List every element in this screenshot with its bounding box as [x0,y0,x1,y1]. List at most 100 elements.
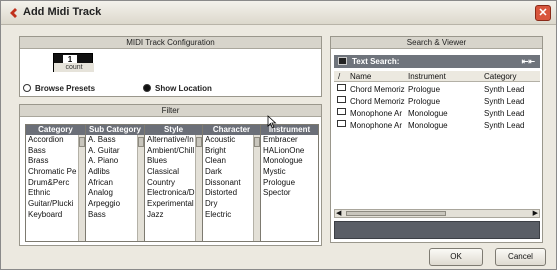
list-item[interactable]: Arpeggio [86,199,144,210]
list-item[interactable]: Analog [86,188,144,199]
list-item[interactable]: A. Piano [86,156,144,167]
list-item[interactable]: Prologue [261,178,318,189]
list-item[interactable]: Dissonant [203,178,260,189]
result-instrument: Prologue [408,97,441,106]
result-row[interactable]: Chord Memoriz Prologue Synth Lead [334,96,540,107]
filter-columns: Category Accordion Bass Brass Chromatic … [25,124,319,243]
list-item[interactable]: Alternative/In [145,135,202,146]
scrollbar[interactable] [137,135,144,241]
result-name: Monophone Ar [350,109,403,118]
list-item[interactable]: Clean [203,156,260,167]
list-item[interactable]: HALionOne [261,146,318,157]
list-item[interactable]: Bass [86,210,144,221]
cancel-button[interactable]: Cancel [495,248,546,266]
list-item[interactable]: Mystic [261,167,318,178]
show-location-option[interactable]: Show Location [143,84,212,94]
result-category: Synth Lead [484,121,525,130]
list-item[interactable]: Electric [203,210,260,221]
browse-presets-label: Browse Presets [35,84,96,93]
show-location-radio[interactable] [143,84,151,92]
text-search-label: Text Search: [352,57,400,66]
browse-presets-radio[interactable] [23,84,31,92]
list-item[interactable]: Chromatic Pe [26,167,85,178]
list-item[interactable]: Country [145,178,202,189]
filter-column-instrument[interactable]: Instrument Embracer HALionOne Monologue … [260,124,319,242]
list-item[interactable]: Bright [203,146,260,157]
list-item[interactable]: Spector [261,188,318,199]
column-header[interactable]: Style [145,125,202,135]
search-shortcut-icon[interactable]: ⇤⇤ [522,55,535,68]
filter-column-character[interactable]: Character Acoustic Bright Clean Dark Dis… [202,124,261,242]
scrollbar[interactable] [195,135,202,241]
scrollbar[interactable] [78,135,85,241]
preset-file-icon [337,108,346,115]
column-header[interactable]: Character [203,125,260,135]
column-header[interactable]: Sub Category [86,125,144,135]
list-item[interactable]: Ethnic [26,188,85,199]
list-item[interactable]: Distorted [203,188,260,199]
column-header-category[interactable]: Category [484,71,516,82]
list-item[interactable]: Electronica/D [145,188,202,199]
scrollbar[interactable] [253,135,260,241]
scroll-right-icon[interactable]: ▶ [533,210,538,217]
filter-column-style[interactable]: Style Alternative/In Ambient/Chill Blues… [144,124,203,242]
browse-presets-option[interactable]: Browse Presets [23,84,95,94]
result-name: Chord Memoriz [350,85,405,94]
filter-column-category[interactable]: Category Accordion Bass Brass Chromatic … [25,124,86,242]
text-search-bar[interactable]: Text Search: ⇤⇤ [334,55,540,68]
list-item[interactable]: Embracer [261,135,318,146]
list-item[interactable]: Blues [145,156,202,167]
close-button[interactable]: ✕ [535,5,551,21]
result-instrument: Monologue [408,109,448,118]
list-item[interactable]: Jazz [145,210,202,221]
count-label: count [54,63,94,72]
scroll-left-icon[interactable]: ◀ [336,210,341,217]
column-header-mark[interactable]: / [338,71,340,82]
preview-strip [334,221,540,239]
list-item[interactable]: Ambient/Chill [145,146,202,157]
list-item[interactable]: Bass [26,146,85,157]
list-item[interactable]: Keyboard [26,210,85,221]
add-midi-track-dialog: Add Midi Track ✕ MIDI Track Configuratio… [0,0,557,270]
result-category: Synth Lead [484,109,525,118]
column-header-instrument[interactable]: Instrument [408,71,446,82]
scrollbar-thumb[interactable] [346,211,446,216]
title-bar[interactable]: Add Midi Track ✕ [1,1,556,25]
list-item[interactable]: Guitar/Plucki [26,199,85,210]
window-title: Add Midi Track [23,6,102,18]
preset-file-icon [337,96,346,103]
list-item[interactable]: Brass [26,156,85,167]
show-location-label: Show Location [155,84,212,93]
search-viewer-panel: Search & Viewer Text Search: ⇤⇤ / Name I… [330,36,543,243]
result-instrument: Prologue [408,85,441,94]
result-category: Synth Lead [484,97,525,106]
config-header: MIDI Track Configuration [20,37,321,49]
horizontal-scrollbar[interactable]: ◀ ▶ [334,209,540,218]
result-row[interactable]: Monophone Ar Monologue Synth Lead [334,120,540,131]
list-item[interactable]: Drum&Perc [26,178,85,189]
ok-button[interactable]: OK [429,248,483,266]
list-item[interactable]: A. Bass [86,135,144,146]
preset-file-icon [337,120,346,127]
list-item[interactable]: Accordion [26,135,85,146]
count-field[interactable]: 1 count [53,53,94,72]
mouse-cursor-icon [267,115,277,129]
list-item[interactable]: Acoustic [203,135,260,146]
list-item[interactable]: Experimental [145,199,202,210]
result-instrument: Monologue [408,121,448,130]
list-item[interactable]: Monologue [261,156,318,167]
column-header-name[interactable]: Name [350,71,371,82]
result-name: Chord Memoriz [350,97,405,106]
list-item[interactable]: Dark [203,167,260,178]
filter-column-sub-category[interactable]: Sub Category A. Bass A. Guitar A. Piano … [85,124,145,242]
preset-file-icon [337,84,346,91]
list-item[interactable]: Dry [203,199,260,210]
list-item[interactable]: A. Guitar [86,146,144,157]
result-row[interactable]: Chord Memoriz Prologue Synth Lead [334,84,540,95]
list-item[interactable]: Adlibs [86,167,144,178]
result-row[interactable]: Monophone Ar Monologue Synth Lead [334,108,540,119]
list-item[interactable]: Classical [145,167,202,178]
search-bank-icon[interactable] [338,57,347,65]
list-item[interactable]: African [86,178,144,189]
column-header[interactable]: Category [26,125,85,135]
